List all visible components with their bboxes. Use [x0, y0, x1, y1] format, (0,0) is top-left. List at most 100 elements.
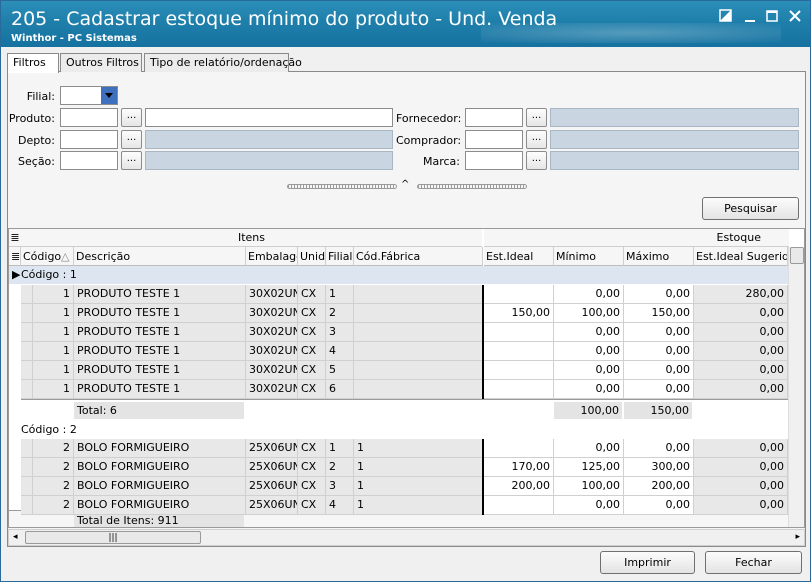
- cell-codigo[interactable]: 2: [33, 477, 74, 496]
- cell-maximo[interactable]: 0,00: [624, 361, 694, 380]
- tab-filtros[interactable]: Filtros: [7, 53, 59, 73]
- cell-minimo[interactable]: 0,00: [554, 361, 624, 380]
- cell-minimo[interactable]: 0,00: [554, 439, 624, 458]
- cell-minimo[interactable]: 100,00: [554, 477, 624, 496]
- cell-maximo[interactable]: 0,00: [624, 380, 694, 399]
- horizontal-scrollbar[interactable]: ◂ ||| ▸: [8, 529, 805, 546]
- cell-embalagem[interactable]: 30X02UN: [246, 380, 298, 399]
- col-header-unid[interactable]: Unid: [298, 247, 326, 266]
- cell-unid[interactable]: CX: [298, 323, 326, 342]
- cell-cod-fabrica[interactable]: 1: [354, 496, 483, 515]
- cell-embalagem[interactable]: 25X06UN: [246, 439, 298, 458]
- chevron-down-icon[interactable]: [101, 87, 117, 104]
- secao-lookup-button[interactable]: ...: [121, 151, 142, 170]
- cell-unid[interactable]: CX: [298, 342, 326, 361]
- cell-filial[interactable]: 3: [326, 323, 354, 342]
- cell-est-ideal[interactable]: [484, 380, 554, 399]
- cell-filial[interactable]: 2: [326, 458, 354, 477]
- cell-cod-fabrica[interactable]: [354, 380, 483, 399]
- table-row[interactable]: 2 BOLO FORMIGUEIRO 25X06UN CX 4 1 0,00 0,00 0,00: [9, 496, 789, 515]
- group-header-codigo-1[interactable]: ▶ Código : 1: [9, 266, 789, 284]
- cell-maximo[interactable]: 200,00: [624, 477, 694, 496]
- produto-lookup-button[interactable]: ...: [121, 108, 142, 127]
- expand-arrow-icon[interactable]: ▶: [12, 266, 20, 284]
- cell-filial[interactable]: 3: [326, 477, 354, 496]
- cell-est-ideal[interactable]: [484, 323, 554, 342]
- cell-cod-fabrica[interactable]: [354, 323, 483, 342]
- cell-sugerido[interactable]: 0,00: [694, 361, 788, 380]
- cell-cod-fabrica[interactable]: [354, 361, 483, 380]
- maximize-icon[interactable]: [763, 9, 781, 25]
- table-row[interactable]: 1 PRODUTO TESTE 1 30X02UN CX 5 0,00 0,00 0,00: [9, 361, 789, 380]
- cell-descricao[interactable]: PRODUTO TESTE 1: [74, 285, 246, 304]
- cell-minimo[interactable]: 125,00: [554, 458, 624, 477]
- title-bar[interactable]: 205 - Cadastrar estoque mínimo do produt…: [1, 1, 810, 47]
- cell-est-ideal[interactable]: 150,00: [484, 304, 554, 323]
- marca-lookup-button[interactable]: ...: [526, 151, 547, 170]
- restore-icon[interactable]: [717, 9, 735, 25]
- row-indicator[interactable]: [21, 285, 33, 304]
- cell-descricao[interactable]: PRODUTO TESTE 1: [74, 342, 246, 361]
- table-row[interactable]: 1 PRODUTO TESTE 1 30X02UN CX 1 0,00 0,00 280,00: [9, 285, 789, 304]
- cell-descricao[interactable]: PRODUTO TESTE 1: [74, 323, 246, 342]
- cell-descricao[interactable]: BOLO FORMIGUEIRO: [74, 477, 246, 496]
- table-row[interactable]: 2 BOLO FORMIGUEIRO 25X06UN CX 3 1 200,00 100,00…: [9, 477, 789, 496]
- cell-unid[interactable]: CX: [298, 439, 326, 458]
- secao-code-input[interactable]: [60, 151, 118, 170]
- col-header-cod-fabrica[interactable]: Cód.Fábrica: [354, 247, 483, 266]
- cell-minimo[interactable]: 0,00: [554, 380, 624, 399]
- cell-embalagem[interactable]: 25X06UN: [246, 477, 298, 496]
- cell-descricao[interactable]: BOLO FORMIGUEIRO: [74, 496, 246, 515]
- cell-est-ideal[interactable]: [484, 496, 554, 515]
- cell-filial[interactable]: 6: [326, 380, 354, 399]
- fornecedor-code-input[interactable]: [465, 108, 523, 127]
- cell-descricao[interactable]: PRODUTO TESTE 1: [74, 304, 246, 323]
- cell-embalagem[interactable]: 25X06UN: [246, 496, 298, 515]
- col-header-codigo[interactable]: Código △: [21, 247, 74, 266]
- produto-description-input[interactable]: [145, 108, 393, 127]
- row-indicator[interactable]: [21, 458, 33, 477]
- cell-est-ideal[interactable]: [484, 439, 554, 458]
- cell-minimo[interactable]: 0,00: [554, 496, 624, 515]
- depto-lookup-button[interactable]: ...: [121, 130, 142, 149]
- fornecedor-lookup-button[interactable]: ...: [526, 108, 547, 127]
- vertical-scrollbar[interactable]: [788, 247, 804, 527]
- cell-codigo[interactable]: 1: [33, 323, 74, 342]
- cell-unid[interactable]: CX: [298, 304, 326, 323]
- cell-embalagem[interactable]: 25X06UN: [246, 458, 298, 477]
- cell-sugerido[interactable]: 0,00: [694, 380, 788, 399]
- cell-maximo[interactable]: 0,00: [624, 496, 694, 515]
- cell-embalagem[interactable]: 30X02UN: [246, 304, 298, 323]
- cell-minimo[interactable]: 0,00: [554, 285, 624, 304]
- filial-select[interactable]: [60, 86, 118, 105]
- tab-outros-filtros[interactable]: Outros Filtros: [60, 53, 142, 72]
- table-row[interactable]: 1 PRODUTO TESTE 1 30X02UN CX 6 0,00 0,00 0,00: [9, 380, 789, 399]
- cell-unid[interactable]: CX: [298, 361, 326, 380]
- group-header-codigo-2[interactable]: Código : 2: [9, 421, 789, 439]
- cell-unid[interactable]: CX: [298, 496, 326, 515]
- grid-menu-icon[interactable]: ≣: [9, 229, 21, 247]
- cell-est-ideal[interactable]: [484, 361, 554, 380]
- marca-code-input[interactable]: [465, 151, 523, 170]
- cell-sugerido[interactable]: 0,00: [694, 458, 788, 477]
- close-button[interactable]: Fechar: [705, 551, 802, 574]
- row-indicator[interactable]: [21, 342, 33, 361]
- cell-filial[interactable]: 1: [326, 439, 354, 458]
- table-row[interactable]: 1 PRODUTO TESTE 1 30X02UN CX 3 0,00 0,00 0,00: [9, 323, 789, 342]
- cell-maximo[interactable]: 0,00: [624, 342, 694, 361]
- cell-filial[interactable]: 1: [326, 285, 354, 304]
- comprador-code-input[interactable]: [465, 130, 523, 149]
- cell-unid[interactable]: CX: [298, 380, 326, 399]
- data-grid[interactable]: ≣ Itens Estoque ≣ Código △ Descrição Emba…: [8, 228, 805, 528]
- cell-maximo[interactable]: 0,00: [624, 323, 694, 342]
- collapse-splitter[interactable]: ^: [287, 179, 527, 190]
- depto-code-input[interactable]: [60, 130, 118, 149]
- table-row[interactable]: 1 PRODUTO TESTE 1 30X02UN CX 2 150,00 100,00 15…: [9, 304, 789, 323]
- cell-unid[interactable]: CX: [298, 458, 326, 477]
- cell-unid[interactable]: CX: [298, 285, 326, 304]
- horizontal-scroll-thumb[interactable]: |||: [25, 531, 201, 544]
- row-indicator[interactable]: [21, 380, 33, 399]
- cell-maximo[interactable]: 0,00: [624, 285, 694, 304]
- cell-embalagem[interactable]: 30X02UN: [246, 323, 298, 342]
- table-row[interactable]: 2 BOLO FORMIGUEIRO 25X06UN CX 2 1 170,00 125,00…: [9, 458, 789, 477]
